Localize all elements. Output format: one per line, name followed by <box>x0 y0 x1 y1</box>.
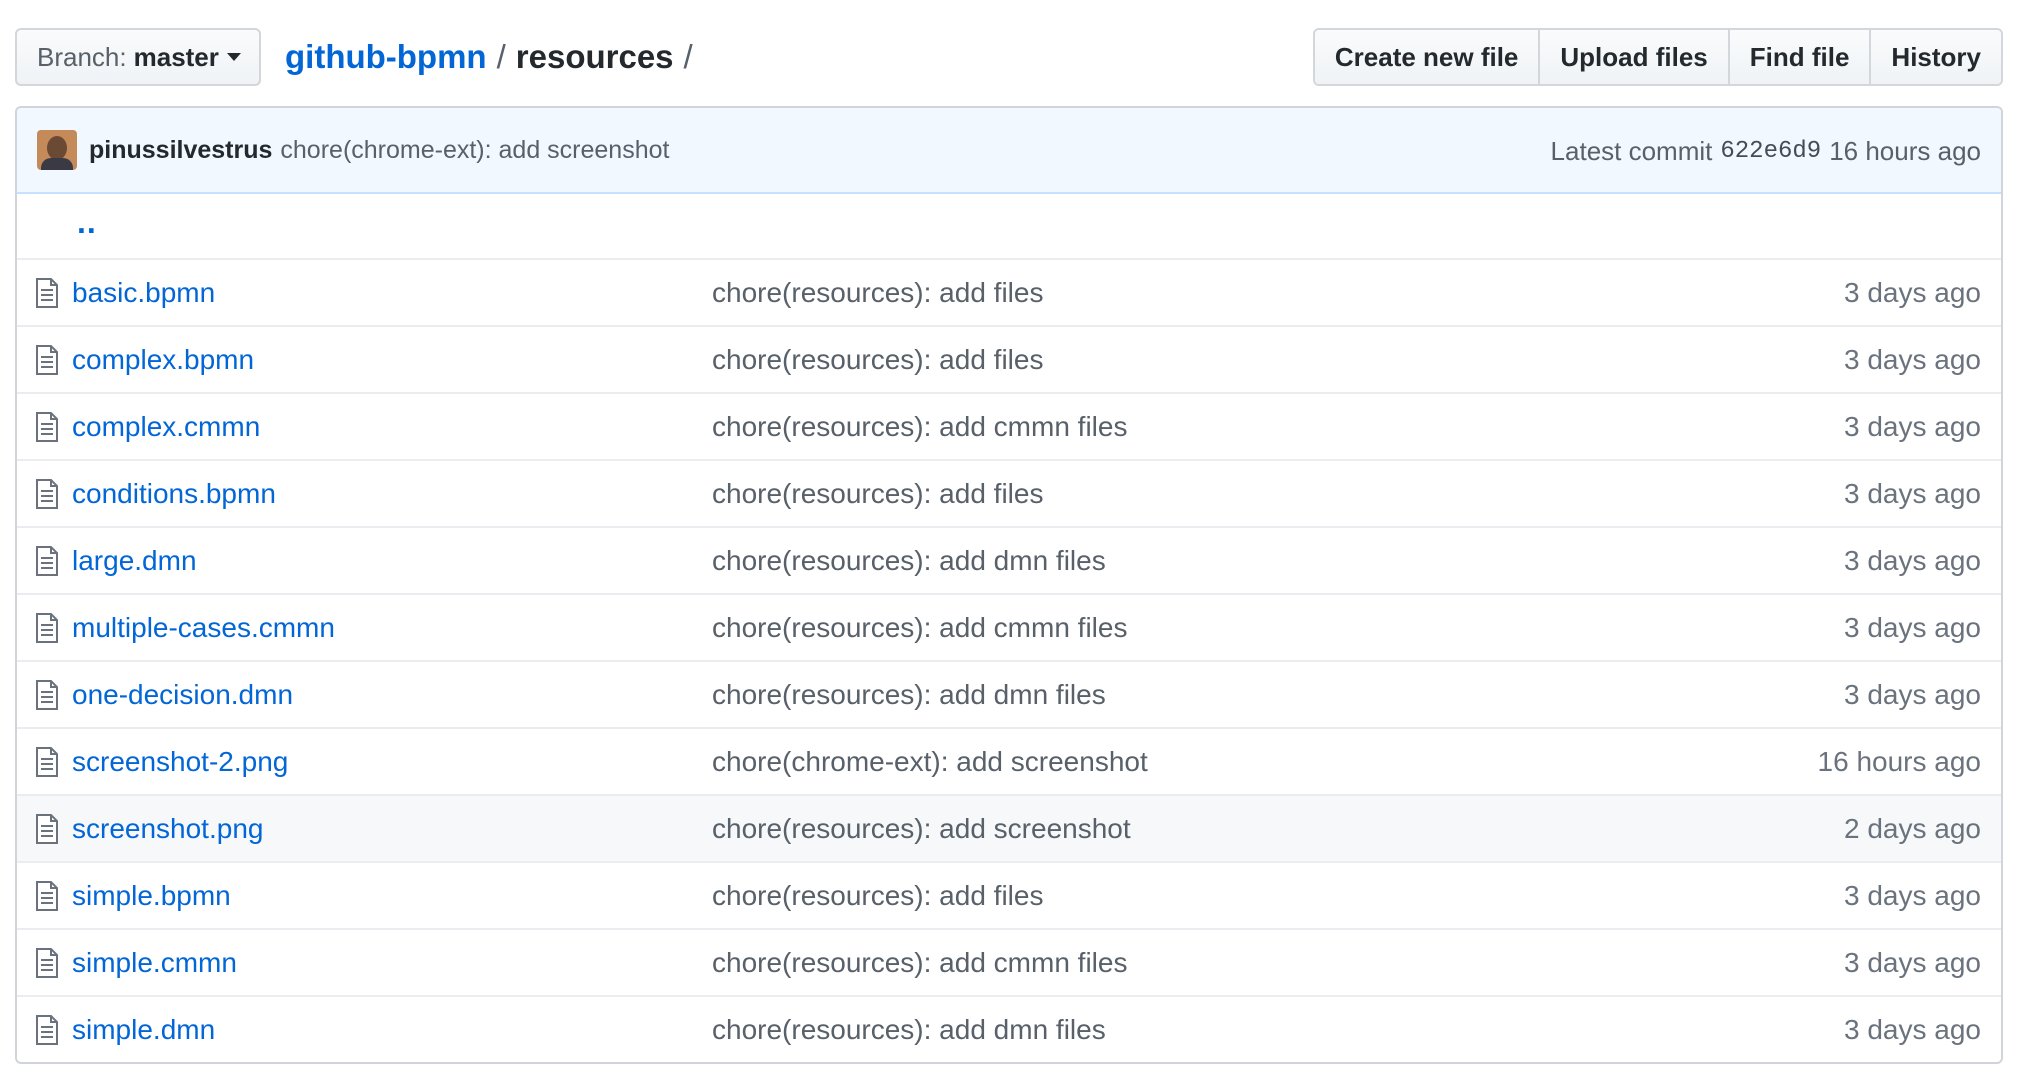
breadcrumb-separator: / <box>683 38 693 75</box>
file-text-icon <box>35 948 59 978</box>
file-actions-button-group: Create new file Upload files Find file H… <box>1312 28 2003 86</box>
file-text-icon <box>35 680 59 710</box>
commit-message-link[interactable]: chore(chrome-ext): add screenshot <box>280 136 669 165</box>
file-name-link[interactable]: screenshot-2.png <box>72 746 288 778</box>
file-text-icon <box>35 881 59 911</box>
avatar-face <box>47 136 67 160</box>
file-text-icon <box>35 814 59 844</box>
file-text-icon <box>35 412 59 442</box>
file-name-link[interactable]: multiple-cases.cmmn <box>72 612 335 644</box>
file-text-icon <box>35 747 59 777</box>
commit-age: 16 hours ago <box>1829 135 1981 166</box>
file-row: simple.bpmn chore(resources): add files 3 … <box>17 861 2001 928</box>
file-name-link[interactable]: simple.cmmn <box>72 947 237 979</box>
file-commit-age: 3 days ago <box>1844 544 1981 576</box>
file-name-link[interactable]: simple.dmn <box>72 1014 215 1046</box>
file-row: one-decision.dmn chore(resources): add dm… <box>17 660 2001 727</box>
file-row: simple.cmmn chore(resources): add cmmn fi… <box>17 928 2001 995</box>
file-row: screenshot-2.png chore(chrome-ext): add s… <box>17 727 2001 794</box>
file-commit-age: 3 days ago <box>1844 410 1981 442</box>
file-row: complex.cmmn chore(resources): add cmmn f… <box>17 392 2001 459</box>
breadcrumb: github-bpmn / resources / <box>285 28 703 86</box>
file-name-link[interactable]: large.dmn <box>72 545 197 577</box>
file-row: basic.bpmn chore(resources): add files 3 d… <box>17 258 2001 325</box>
file-text-icon <box>35 345 59 375</box>
find-file-button[interactable]: Find file <box>1729 30 1872 84</box>
file-name-link[interactable]: screenshot.png <box>72 813 263 845</box>
file-text-icon <box>35 278 59 308</box>
file-row: large.dmn chore(resources): add dmn files… <box>17 526 2001 593</box>
file-rows: basic.bpmn chore(resources): add files 3 d… <box>17 258 2001 1062</box>
file-commit-message-link[interactable]: chore(resources): add dmn files <box>712 545 1106 577</box>
latest-commit-bar: pinussilvestrus chore(chrome-ext): add s… <box>17 108 2001 194</box>
parent-directory-row: .. <box>17 194 2001 258</box>
avatar-shirt <box>41 158 73 170</box>
file-commit-message-link[interactable]: chore(resources): add screenshot <box>712 813 1131 845</box>
upload-files-button[interactable]: Upload files <box>1540 30 1730 84</box>
file-text-icon <box>35 1015 59 1045</box>
file-commit-age: 3 days ago <box>1844 879 1981 911</box>
commit-meta: Latest commit 622e6d9 16 hours ago <box>1551 108 1981 194</box>
breadcrumb-repo-link[interactable]: github-bpmn <box>285 38 487 76</box>
file-commit-message-link[interactable]: chore(chrome-ext): add screenshot <box>712 746 1148 778</box>
branch-prefix-label: Branch: <box>37 41 127 72</box>
branch-name: master <box>133 41 219 72</box>
file-row: screenshot.png chore(resources): add scre… <box>17 794 2001 861</box>
file-name-link[interactable]: one-decision.dmn <box>72 679 293 711</box>
file-row: multiple-cases.cmmn chore(resources): add… <box>17 593 2001 660</box>
file-commit-age: 3 days ago <box>1844 946 1981 978</box>
history-button[interactable]: History <box>1871 30 2001 84</box>
file-commit-age: 16 hours ago <box>1817 745 1981 777</box>
file-commit-message-link[interactable]: chore(resources): add cmmn files <box>712 411 1127 443</box>
triangle-down-icon <box>226 53 241 61</box>
file-text-icon <box>35 546 59 576</box>
file-name-link[interactable]: basic.bpmn <box>72 277 215 309</box>
file-commit-age: 2 days ago <box>1844 812 1981 844</box>
breadcrumb-current-dir: resources <box>515 38 674 75</box>
file-row: simple.dmn chore(resources): add dmn file… <box>17 995 2001 1062</box>
file-commit-age: 3 days ago <box>1844 276 1981 308</box>
file-row: complex.bpmn chore(resources): add files 3… <box>17 325 2001 392</box>
file-commit-message-link[interactable]: chore(resources): add cmmn files <box>712 947 1127 979</box>
commit-author-link[interactable]: pinussilvestrus <box>89 136 272 165</box>
file-text-icon <box>35 479 59 509</box>
file-commit-age: 3 days ago <box>1844 678 1981 710</box>
file-name-link[interactable]: complex.bpmn <box>72 344 254 376</box>
file-name-link[interactable]: complex.cmmn <box>72 411 260 443</box>
file-list: pinussilvestrus chore(chrome-ext): add s… <box>15 106 2003 1064</box>
file-name-link[interactable]: simple.bpmn <box>72 880 231 912</box>
file-commit-age: 3 days ago <box>1844 611 1981 643</box>
file-text-icon <box>35 613 59 643</box>
file-commit-message-link[interactable]: chore(resources): add files <box>712 344 1043 376</box>
file-commit-message-link[interactable]: chore(resources): add files <box>712 478 1043 510</box>
file-name-link[interactable]: conditions.bpmn <box>72 478 276 510</box>
file-commit-message-link[interactable]: chore(resources): add cmmn files <box>712 612 1127 644</box>
file-commit-age: 3 days ago <box>1844 343 1981 375</box>
create-new-file-button[interactable]: Create new file <box>1314 30 1541 84</box>
file-commit-message-link[interactable]: chore(resources): add dmn files <box>712 679 1106 711</box>
repo-directory-page: Branch: master github-bpmn / resources /… <box>0 0 2040 1082</box>
file-navigation: Branch: master github-bpmn / resources /… <box>15 28 2003 86</box>
file-commit-age: 3 days ago <box>1844 1013 1981 1045</box>
file-commit-message-link[interactable]: chore(resources): add files <box>712 880 1043 912</box>
avatar[interactable] <box>37 130 77 170</box>
file-commit-message-link[interactable]: chore(resources): add files <box>712 277 1043 309</box>
file-commit-age: 3 days ago <box>1844 477 1981 509</box>
parent-directory-link[interactable]: .. <box>77 204 97 241</box>
file-row: conditions.bpmn chore(resources): add fil… <box>17 459 2001 526</box>
breadcrumb-separator: / <box>496 38 506 75</box>
file-commit-message-link[interactable]: chore(resources): add dmn files <box>712 1014 1106 1046</box>
latest-commit-label: Latest commit <box>1550 135 1713 166</box>
commit-sha-link[interactable]: 622e6d9 <box>1720 138 1821 165</box>
branch-select-button[interactable]: Branch: master <box>15 28 261 86</box>
